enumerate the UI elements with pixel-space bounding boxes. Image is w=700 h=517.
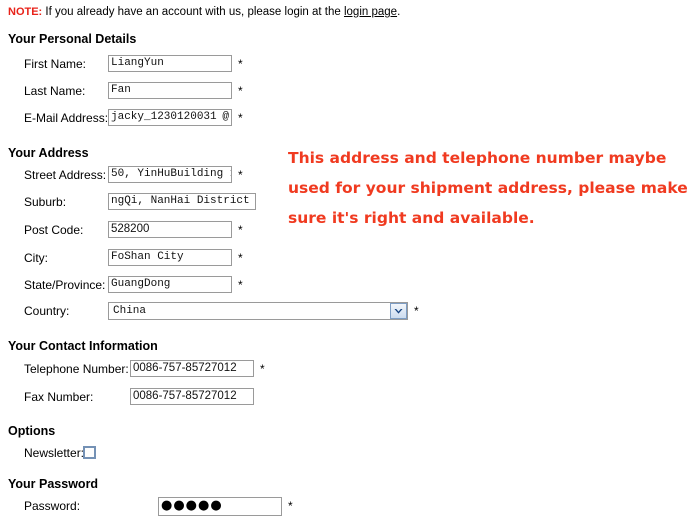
fax-label: Fax Number: xyxy=(24,390,94,404)
first-name-required: * xyxy=(238,57,243,71)
street-address-input[interactable]: 50, YinHuBuilding 1-6 xyxy=(108,166,232,183)
password-input[interactable]: ●●●●● xyxy=(158,497,282,516)
state-province-label: State/Province: xyxy=(24,278,106,292)
post-code-input[interactable]: 528200 xyxy=(108,221,232,238)
post-code-label: Post Code: xyxy=(24,223,84,237)
annotation-line-1: This address and telephone number maybe xyxy=(288,149,667,167)
form-row-post-code: Post Code: 528200 * xyxy=(24,221,274,241)
email-input-value-tail: @ xyxy=(222,111,229,123)
state-province-input[interactable]: GuangDong xyxy=(108,276,232,293)
country-select-value: China xyxy=(113,305,147,317)
form-row-password: Password: ●●●●● * xyxy=(24,497,324,517)
shipment-address-annotation: This address and telephone number maybe … xyxy=(288,143,692,233)
email-input-value: jacky_1230120031 xyxy=(111,111,217,123)
note-label: NOTE: xyxy=(8,6,43,18)
suburb-input[interactable]: ngQi, NanHai District xyxy=(108,193,256,210)
country-label: Country: xyxy=(24,304,70,318)
form-row-email: E-Mail Address: jacky_1230120031 @ * xyxy=(24,109,274,129)
note-text-after: . xyxy=(397,6,401,18)
form-row-first-name: First Name: LiangYun * xyxy=(24,55,274,75)
city-input[interactable]: FoShan City xyxy=(108,249,232,266)
last-name-required: * xyxy=(238,84,243,98)
section-heading-options: Options xyxy=(8,424,56,438)
state-province-required: * xyxy=(238,278,243,292)
first-name-label: First Name: xyxy=(24,57,87,71)
post-code-required: * xyxy=(238,223,243,237)
email-input[interactable]: jacky_1230120031 @ xyxy=(108,109,232,126)
street-address-required: * xyxy=(238,168,243,182)
section-heading-address: Your Address xyxy=(8,146,89,160)
annotation-line-2: used for your shipment address, please m… xyxy=(288,179,688,197)
street-address-label: Street Address: xyxy=(24,168,107,182)
annotation-line-3: sure it's right and available. xyxy=(288,209,535,227)
section-heading-password: Your Password xyxy=(8,477,99,491)
password-required: * xyxy=(288,499,293,513)
last-name-label: Last Name: xyxy=(24,84,86,98)
last-name-input[interactable]: Fan xyxy=(108,82,232,99)
email-label: E-Mail Address: xyxy=(24,111,109,125)
password-label: Password: xyxy=(24,499,81,513)
chevron-down-icon[interactable] xyxy=(390,303,407,319)
telephone-input[interactable]: 0086-757-85727012 xyxy=(130,360,254,377)
suburb-label: Suburb: xyxy=(24,195,67,209)
note-line: NOTE: If you already have an account wit… xyxy=(8,6,400,18)
first-name-input[interactable]: LiangYun xyxy=(108,55,232,72)
form-row-newsletter: Newsletter: xyxy=(24,444,244,464)
form-row-country: Country: China * xyxy=(24,302,419,322)
note-text-before: If you already have an account with us, … xyxy=(42,6,344,18)
section-heading-contact: Your Contact Information xyxy=(8,339,158,353)
form-row-state-province: State/Province: GuangDong * xyxy=(24,276,274,296)
login-page-link[interactable]: login page xyxy=(344,6,397,18)
form-row-street-address: Street Address: 50, YinHuBuilding 1-6 * xyxy=(24,166,274,186)
newsletter-label: Newsletter: xyxy=(24,446,85,460)
form-row-last-name: Last Name: Fan * xyxy=(24,82,274,102)
form-row-suburb: Suburb: ngQi, NanHai District xyxy=(24,193,274,213)
fax-input[interactable]: 0086-757-85727012 xyxy=(130,388,254,405)
form-row-city: City: FoShan City * xyxy=(24,249,274,269)
telephone-label: Telephone Number: xyxy=(24,362,129,376)
email-required: * xyxy=(238,111,243,125)
country-select[interactable]: China xyxy=(108,302,408,320)
form-row-fax: Fax Number: 0086-757-85727012 xyxy=(24,388,314,408)
section-heading-personal-details: Your Personal Details xyxy=(8,32,137,46)
telephone-required: * xyxy=(260,362,265,376)
newsletter-checkbox[interactable] xyxy=(83,446,96,459)
city-required: * xyxy=(238,251,243,265)
country-required: * xyxy=(414,304,419,318)
form-row-telephone: Telephone Number: 0086-757-85727012 * xyxy=(24,360,314,380)
city-label: City: xyxy=(24,251,48,265)
